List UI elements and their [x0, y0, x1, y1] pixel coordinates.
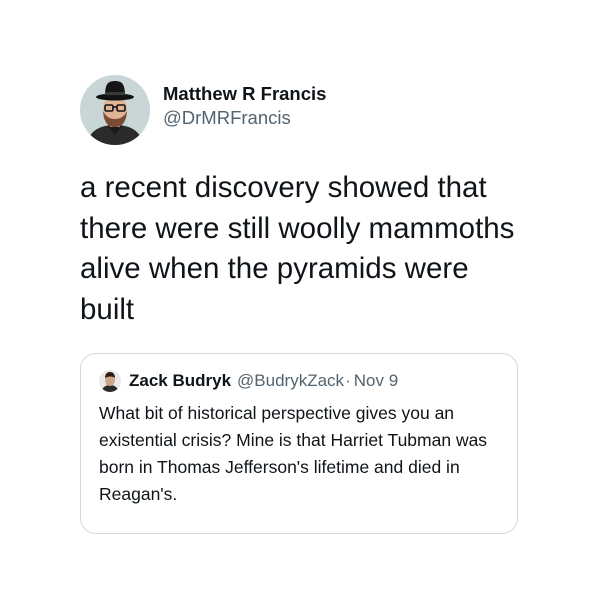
author-avatar[interactable] [80, 75, 150, 145]
tweet: Matthew R Francis @DrMRFrancis a recent … [0, 0, 599, 599]
author-handle[interactable]: @DrMRFrancis [163, 106, 326, 130]
tweet-author: Matthew R Francis @DrMRFrancis [80, 75, 326, 145]
quoted-author-name[interactable]: Zack Budryk [129, 371, 231, 391]
quoted-tweet-card[interactable]: Zack Budryk @BudrykZack · Nov 9 What bit… [80, 353, 518, 534]
tweet-text: a recent discovery showed that there wer… [80, 171, 515, 326]
quoted-header-separator: · [345, 371, 351, 390]
quoted-tweet-text: What bit of historical perspective gives… [99, 403, 488, 504]
quoted-author-avatar [99, 370, 121, 392]
quoted-tweet-header: Zack Budryk @BudrykZack · Nov 9 [99, 368, 398, 394]
author-name[interactable]: Matthew R Francis [163, 82, 326, 106]
quoted-tweet-date[interactable]: Nov 9 [354, 371, 398, 391]
quoted-author-handle[interactable]: @BudrykZack [237, 371, 344, 391]
author-meta: Matthew R Francis @DrMRFrancis [163, 82, 326, 130]
